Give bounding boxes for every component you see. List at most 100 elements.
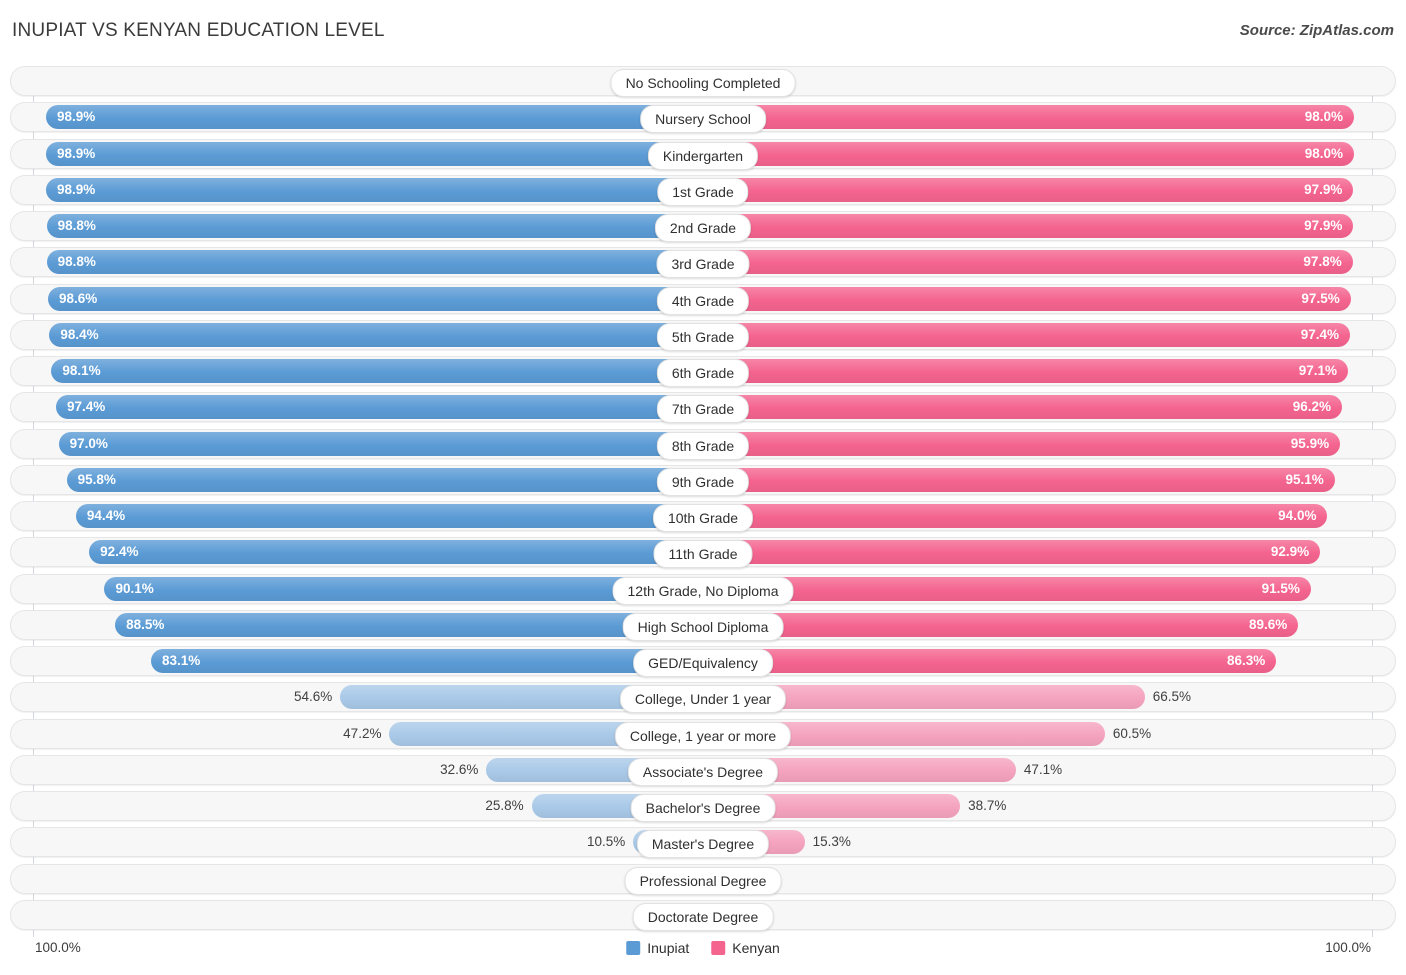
legend-item-kenyan[interactable]: Kenyan <box>711 938 780 958</box>
bar-row[interactable]: 98.9% 98.0% Kindergarten <box>10 138 1396 170</box>
bar-inupiat[interactable]: 98.1% <box>51 359 703 383</box>
bar-inupiat[interactable]: 98.9% <box>46 141 703 166</box>
bar-value-label-inupiat: 88.5% <box>126 616 165 632</box>
bar-kenyan[interactable]: 94.0% <box>703 504 1328 528</box>
bar-inupiat[interactable]: 98.8% <box>46 250 703 275</box>
bar-half-left: 98.4% <box>11 320 703 350</box>
bar-row[interactable]: 94.4% 94.0% 10th Grade <box>10 501 1396 532</box>
category-label[interactable]: 6th Grade <box>656 359 750 387</box>
category-label[interactable]: Master's Degree <box>636 830 770 859</box>
page-title: INUPIAT VS KENYAN EDUCATION LEVEL <box>12 20 385 41</box>
category-label[interactable]: High School Diploma <box>622 612 784 641</box>
bar-kenyan[interactable]: 98.0% <box>703 105 1355 130</box>
bar-row[interactable]: 98.9% 97.9% 1st Grade <box>10 174 1396 206</box>
bar-inupiat[interactable]: 95.8% <box>66 467 703 492</box>
bar-kenyan[interactable]: 97.5% <box>703 286 1351 311</box>
bar-kenyan[interactable]: 97.1% <box>703 359 1349 383</box>
bar-row[interactable]: 83.1% 86.3% GED/Equivalency <box>10 646 1396 677</box>
category-label[interactable]: 7th Grade <box>656 395 750 424</box>
bar-row[interactable]: 97.0% 95.9% 8th Grade <box>10 428 1396 460</box>
bar-kenyan[interactable]: 89.6% <box>703 612 1299 637</box>
category-label[interactable]: 1st Grade <box>657 177 749 206</box>
category-label[interactable]: College, 1 year or more <box>614 721 792 750</box>
bar-inupiat[interactable]: 83.1% <box>150 649 703 673</box>
bar-row[interactable]: 97.4% 96.2% 7th Grade <box>10 392 1396 424</box>
bar-half-right: 91.5% <box>703 574 1395 604</box>
category-label[interactable]: 11th Grade <box>653 540 753 569</box>
category-label[interactable]: No Schooling Completed <box>610 69 796 97</box>
category-label[interactable]: 10th Grade <box>652 504 754 532</box>
bar-kenyan[interactable]: 97.9% <box>703 214 1354 238</box>
bar-inupiat[interactable]: 97.4% <box>55 395 703 420</box>
bar-kenyan[interactable]: 95.9% <box>703 431 1341 456</box>
bar-row[interactable]: 98.8% 97.8% 3rd Grade <box>10 247 1396 279</box>
bar-row[interactable]: 98.8% 97.9% 2nd Grade <box>10 211 1396 242</box>
category-label[interactable]: Kindergarten <box>647 141 759 170</box>
bar-row[interactable]: 88.5% 89.6% High School Diploma <box>10 609 1396 641</box>
bar-value-label-kenyan: 94.0% <box>1278 508 1317 523</box>
bar-row[interactable]: 1.3%1.9%Doctorate Degree <box>10 899 1396 931</box>
bar-inupiat[interactable]: 94.4% <box>75 504 703 528</box>
bar-row[interactable]: 95.8% 95.1% 9th Grade <box>10 464 1396 496</box>
legend-swatch-icon-inupiat <box>626 941 641 955</box>
bar-row[interactable]: 25.8% 38.7% Bachelor's Degree <box>10 791 1396 822</box>
category-label[interactable]: College, Under 1 year <box>619 685 787 714</box>
bar-inupiat[interactable]: 98.8% <box>46 214 703 238</box>
category-label[interactable]: 8th Grade <box>656 431 750 460</box>
bar-row[interactable]: 90.1% 91.5% 12th Grade, No Diploma <box>10 573 1396 605</box>
bar-inupiat[interactable]: 98.9% <box>46 177 703 202</box>
category-label[interactable]: 5th Grade <box>656 322 750 351</box>
bar-row[interactable]: 92.4% 92.9% 11th Grade <box>10 537 1396 569</box>
category-label[interactable]: Professional Degree <box>624 866 782 895</box>
bar-inupiat[interactable]: 97.0% <box>58 431 703 456</box>
category-label[interactable]: 4th Grade <box>656 286 750 315</box>
legend-item-inupiat[interactable]: Inupiat <box>626 938 689 958</box>
bar-value-label-kenyan: 38.7% <box>968 798 1007 813</box>
bar-kenyan[interactable]: 97.9% <box>703 177 1354 202</box>
category-label[interactable]: GED/Equivalency <box>633 649 773 677</box>
bar-row[interactable]: 98.6% 97.5% 4th Grade <box>10 283 1396 315</box>
bar-inupiat[interactable]: 92.4% <box>89 540 703 565</box>
bar-row[interactable]: 1.5%2.0%No Schooling Completed <box>10 66 1396 97</box>
bar-kenyan[interactable]: 95.1% <box>703 467 1335 492</box>
category-label[interactable]: 12th Grade, No Diploma <box>612 576 794 605</box>
category-label[interactable]: 9th Grade <box>656 467 750 496</box>
category-label[interactable]: 3rd Grade <box>656 250 750 279</box>
bar-row[interactable]: 98.1% 97.1% 6th Grade <box>10 356 1396 387</box>
bar-half-left: 98.6% <box>11 284 703 314</box>
bar-value-label-inupiat: 98.4% <box>60 326 99 342</box>
bar-half-right: 96.2% <box>703 392 1395 422</box>
category-label[interactable]: Associate's Degree <box>627 757 779 786</box>
bar-inupiat[interactable]: 98.4% <box>49 322 703 347</box>
bar-row[interactable]: 98.9% 98.0% Nursery School <box>10 102 1396 134</box>
category-label[interactable]: Doctorate Degree <box>632 902 774 931</box>
bar-kenyan[interactable]: 97.8% <box>703 250 1353 275</box>
bar-kenyan[interactable]: 91.5% <box>703 576 1311 601</box>
bar-half-left: 1.5% <box>11 66 703 96</box>
bar-value-label-inupiat: 32.6% <box>440 761 479 777</box>
bar-kenyan[interactable]: 86.3% <box>703 649 1277 673</box>
bar-kenyan[interactable]: 96.2% <box>703 395 1343 420</box>
bar-inupiat[interactable]: 98.6% <box>47 286 703 311</box>
bar-value-label-inupiat: 92.4% <box>100 544 139 560</box>
bar-inupiat[interactable]: 88.5% <box>115 612 703 637</box>
bar-half-left: 88.5% <box>11 610 703 640</box>
bar-half-left: 47.2% <box>11 719 703 749</box>
bar-row[interactable]: 47.2% 60.5% College, 1 year or more <box>10 718 1396 750</box>
bar-inupiat[interactable]: 98.9% <box>46 105 703 130</box>
category-label[interactable]: 2nd Grade <box>654 214 752 242</box>
bar-row[interactable]: 10.5% 15.3% Master's Degree <box>10 827 1396 859</box>
bar-value-label-kenyan: 95.9% <box>1290 435 1330 451</box>
bar-row[interactable]: 32.6% 47.1% Associate's Degree <box>10 754 1396 786</box>
bar-kenyan[interactable]: 97.4% <box>703 322 1351 347</box>
category-label[interactable]: Bachelor's Degree <box>630 794 776 822</box>
bar-kenyan[interactable]: 92.9% <box>703 540 1321 565</box>
bar-row[interactable]: 98.4% 97.4% 5th Grade <box>10 319 1396 351</box>
bar-kenyan[interactable]: 98.0% <box>703 141 1355 166</box>
bar-row[interactable]: 54.6% 66.5% College, Under 1 year <box>10 682 1396 714</box>
bar-half-right: 97.4% <box>703 320 1395 350</box>
category-label[interactable]: Nursery School <box>640 105 766 134</box>
bar-row[interactable]: 3.2%4.4%Professional Degree <box>10 863 1396 895</box>
bar-half-left: 92.4% <box>11 537 703 567</box>
bar-half-left: 95.8% <box>11 465 703 495</box>
